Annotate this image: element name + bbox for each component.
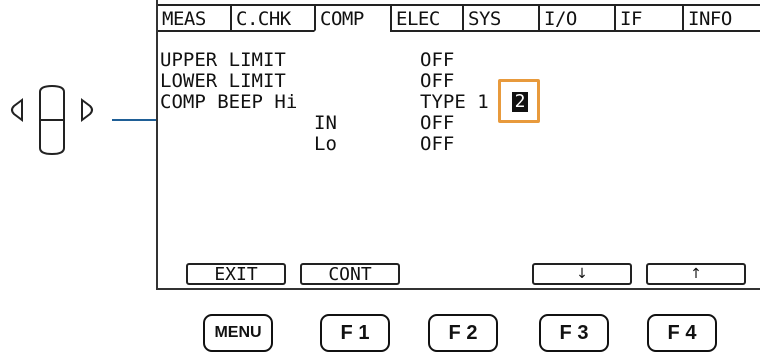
tab-elec[interactable]: ELEC (390, 6, 462, 32)
f2-button[interactable]: F 2 (428, 314, 498, 352)
highlight-box (498, 79, 540, 123)
comp-beep-lo-value[interactable]: OFF (420, 134, 454, 154)
comp-beep-lo-label: Lo (314, 133, 337, 155)
f4-button[interactable]: F 4 (647, 314, 717, 352)
f3-button[interactable]: F 3 (539, 314, 609, 352)
comp-beep-in-value[interactable]: OFF (420, 113, 454, 133)
softkey-up-arrow-icon[interactable]: ↑ (646, 263, 746, 285)
comp-beep-hi-value[interactable]: TYPE 1 (420, 92, 489, 112)
tab-c-chk[interactable]: C.CHK (230, 6, 314, 32)
upper-limit-label: UPPER LIMIT (160, 49, 286, 71)
tab-sys[interactable]: SYS (462, 6, 538, 32)
tab-io[interactable]: I/O (538, 6, 614, 32)
tab-comp[interactable]: COMP (314, 6, 390, 32)
comp-beep-hi-label: COMP BEEP Hi (160, 91, 298, 113)
menu-button[interactable]: MENU (203, 314, 273, 352)
softkey-cont[interactable]: CONT (300, 263, 400, 285)
tab-bar: MEAS C.CHK COMP ELEC SYS I/O IF INFO (158, 6, 760, 34)
lower-limit-label: LOWER LIMIT (160, 70, 286, 92)
tab-info[interactable]: INFO (682, 6, 760, 32)
f1-button[interactable]: F 1 (320, 314, 390, 352)
lower-limit-value[interactable]: OFF (420, 71, 454, 91)
right-key-icon (81, 98, 93, 122)
lcd-screen: MEAS C.CHK COMP ELEC SYS I/O IF INFO UPP… (156, 0, 760, 290)
tab-meas[interactable]: MEAS (158, 6, 230, 32)
left-key-icon (11, 98, 23, 122)
softkey-down-arrow-icon[interactable]: ↓ (532, 263, 632, 285)
upper-limit-value[interactable]: OFF (420, 50, 454, 70)
comp-beep-in-label: IN (314, 112, 337, 134)
softkey-exit[interactable]: EXIT (186, 263, 286, 285)
tab-if[interactable]: IF (614, 6, 682, 32)
cursor-keypad-icon[interactable] (4, 84, 112, 156)
